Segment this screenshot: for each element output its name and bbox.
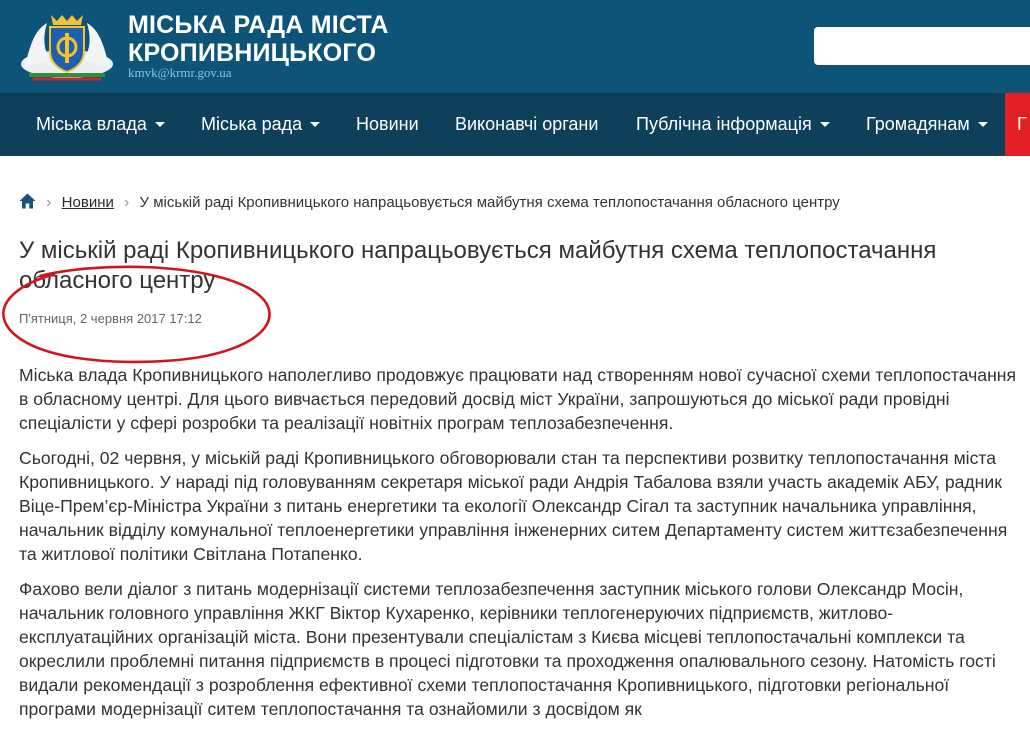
caret-down-icon xyxy=(819,122,830,127)
nav-item-label: Громадянам xyxy=(866,114,970,134)
site-email[interactable]: kmvk@krmr.gov.ua xyxy=(128,66,232,80)
search-input[interactable] xyxy=(814,27,1030,65)
article-body: Міська влада Кропивницького наполегливо … xyxy=(19,363,1024,732)
site-title-line1: Міська рада міста xyxy=(128,11,389,39)
site-header: Міська рада міста Кропивницького kmvk@kr… xyxy=(0,0,1030,93)
caret-down-icon xyxy=(310,122,321,127)
site-title[interactable]: Міська рада міста Кропивницького xyxy=(128,11,389,67)
nav-item-executive-bodies[interactable]: Виконавчі органи xyxy=(455,93,598,156)
site-title-line2: Кропивницького xyxy=(128,39,377,67)
article-paragraph: Фахово вели діалог з питань модернізації… xyxy=(19,579,996,719)
nav-item-public-information[interactable]: Публічна інформація xyxy=(636,93,830,156)
nav-item-city-council[interactable]: Міська рада xyxy=(201,93,321,156)
nav-item-label: Міська влада xyxy=(36,114,147,134)
breadcrumb-link-news[interactable]: Новини xyxy=(62,194,114,211)
nav-item-news[interactable]: Новини xyxy=(356,93,419,156)
caret-down-icon xyxy=(977,122,988,127)
article-paragraph: Сьогодні, 02 червня, у міській раді Кроп… xyxy=(19,448,1008,564)
nav-item-city-authority[interactable]: Міська влада xyxy=(36,93,165,156)
nav-item-cut-off[interactable]: Г xyxy=(1005,93,1030,156)
home-icon[interactable] xyxy=(19,193,36,209)
nav-item-for-citizens[interactable]: Громадянам xyxy=(866,93,988,156)
nav-item-label: Публічна інформація xyxy=(636,114,812,134)
nav-item-label: Новини xyxy=(356,114,419,134)
breadcrumb-separator-icon: › xyxy=(124,194,130,211)
breadcrumb-current: У міській раді Кропивницького напрацьову… xyxy=(139,194,840,211)
breadcrumb: › Новини › У міській раді Кропивницького… xyxy=(19,193,840,213)
caret-down-icon xyxy=(154,122,165,127)
red-annotation-ellipse xyxy=(2,265,271,364)
breadcrumb-separator-icon: › xyxy=(46,194,52,211)
article-paragraph: Міська влада Кропивницького наполегливо … xyxy=(19,365,1017,433)
main-navigation: Міська влада Міська рада Новини Виконавч… xyxy=(0,93,1030,156)
nav-item-label: Виконавчі органи xyxy=(455,114,599,134)
city-coat-of-arms-logo[interactable] xyxy=(17,9,117,81)
nav-item-label: Міська рада xyxy=(201,114,303,134)
nav-item-label: Г xyxy=(1017,114,1027,134)
